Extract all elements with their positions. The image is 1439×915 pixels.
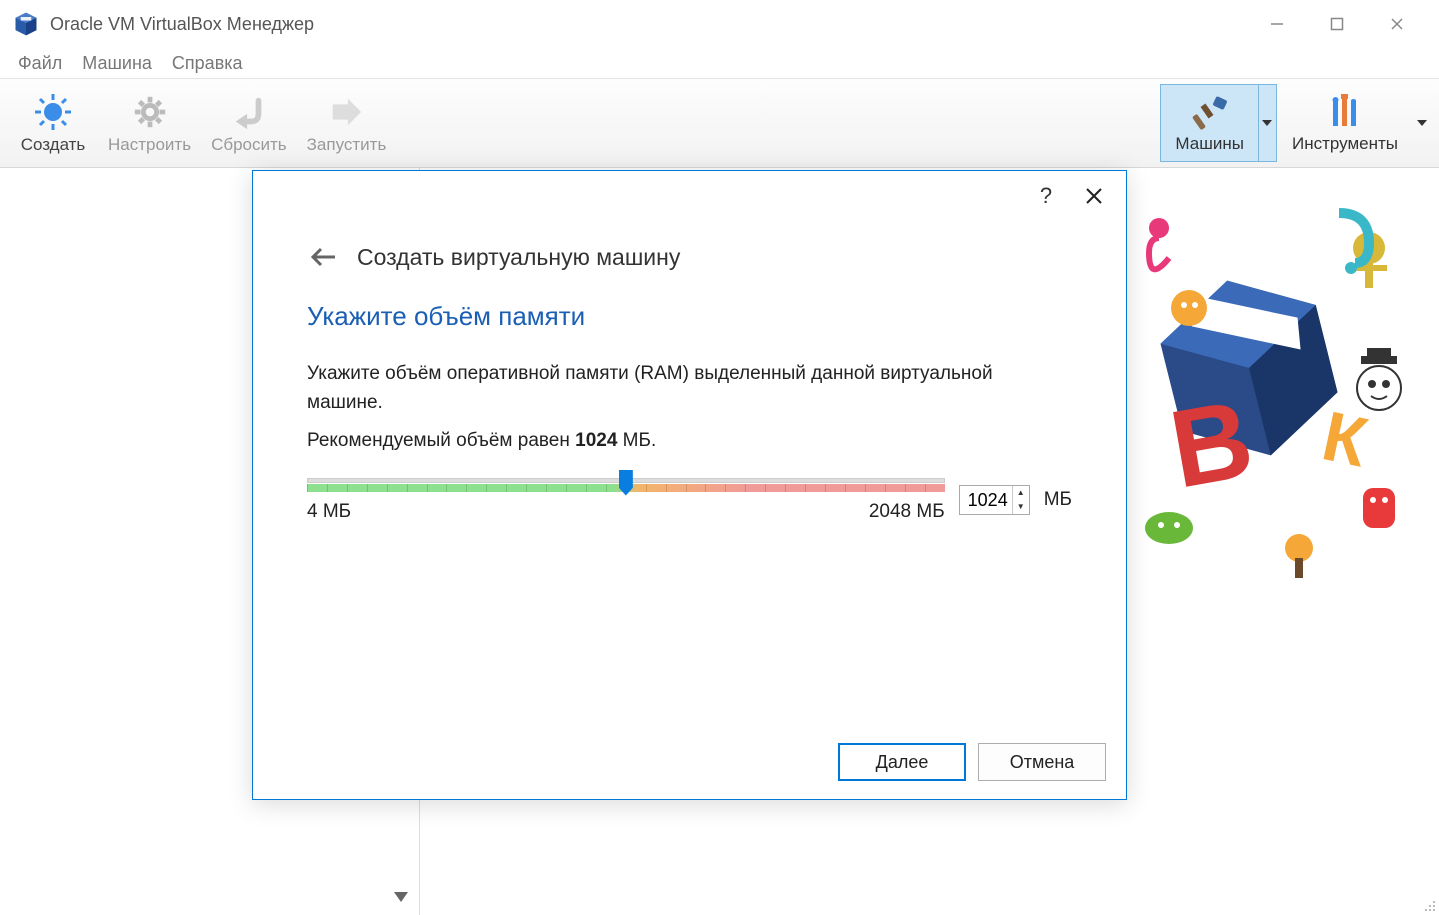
slider-min-label: 4 МБ: [307, 501, 351, 523]
start-arrow-icon: [325, 91, 367, 133]
virtualbox-icon: [12, 10, 40, 38]
toolbar-label: Сбросить: [211, 135, 287, 155]
next-button[interactable]: Далее: [838, 743, 966, 781]
menu-help[interactable]: Справка: [164, 51, 251, 76]
cancel-button[interactable]: Отмена: [978, 743, 1106, 781]
create-vm-dialog: ? Создать виртуальную машину Укажите объ…: [252, 170, 1127, 800]
toolbar-label: Машины: [1175, 134, 1244, 154]
machines-tab[interactable]: Машины: [1160, 84, 1259, 162]
menu-machine[interactable]: Машина: [74, 51, 160, 76]
sun-icon: [32, 91, 74, 133]
back-button[interactable]: [307, 241, 339, 273]
hammer-icon: [1190, 92, 1230, 132]
spin-down-button[interactable]: ▼: [1013, 500, 1029, 514]
tools-tab[interactable]: Инструменты: [1277, 84, 1413, 162]
close-button[interactable]: [1367, 4, 1427, 44]
svg-text:К: К: [1316, 396, 1374, 481]
slider-thumb[interactable]: [619, 470, 633, 496]
settings-button[interactable]: Настроить: [98, 87, 201, 159]
sidebar-collapse-icon[interactable]: [389, 885, 413, 909]
spin-up-button[interactable]: ▲: [1013, 486, 1029, 500]
toolbar-label: Запустить: [307, 135, 387, 155]
dialog-header-title: Создать виртуальную машину: [357, 244, 680, 271]
create-button[interactable]: Создать: [8, 87, 98, 159]
window-titlebar: Oracle VM VirtualBox Менеджер: [0, 0, 1439, 48]
tools-dropdown[interactable]: [1413, 84, 1431, 162]
maximize-button[interactable]: [1307, 4, 1367, 44]
slider-max-label: 2048 МБ: [869, 501, 945, 523]
dialog-description: Укажите объём оперативной памяти (RAM) в…: [307, 360, 1072, 417]
toolbar-label: Инструменты: [1292, 134, 1398, 154]
window-title: Oracle VM VirtualBox Менеджер: [50, 14, 1247, 35]
dialog-recommendation: Рекомендуемый объём равен 1024 МБ.: [307, 427, 1072, 456]
memory-input[interactable]: [960, 486, 1012, 514]
dialog-section-title: Укажите объём памяти: [307, 301, 1072, 332]
dialog-close-button[interactable]: [1070, 176, 1118, 216]
discard-button[interactable]: Сбросить: [201, 87, 297, 159]
toolbar: Создать Настроить Сбросить Запустить Маш…: [0, 78, 1439, 168]
menubar: Файл Машина Справка: [0, 48, 1439, 78]
toolbar-label: Настроить: [108, 135, 191, 155]
memory-slider[interactable]: 4 МБ 2048 МБ: [307, 478, 945, 523]
gear-icon: [129, 91, 171, 133]
virtualbox-splash-graphic: В К: [1119, 208, 1439, 588]
menu-file[interactable]: Файл: [10, 51, 70, 76]
minimize-button[interactable]: [1247, 4, 1307, 44]
memory-unit-label: МБ: [1044, 489, 1072, 511]
toolbar-label: Создать: [21, 135, 86, 155]
resize-grip[interactable]: [1421, 897, 1435, 911]
start-button[interactable]: Запустить: [297, 87, 397, 159]
memory-spinbox[interactable]: ▲ ▼: [959, 485, 1030, 515]
dialog-help-button[interactable]: ?: [1022, 176, 1070, 216]
machines-dropdown[interactable]: [1259, 84, 1277, 162]
discard-arrow-icon: [228, 91, 270, 133]
tools-icon: [1325, 92, 1365, 132]
